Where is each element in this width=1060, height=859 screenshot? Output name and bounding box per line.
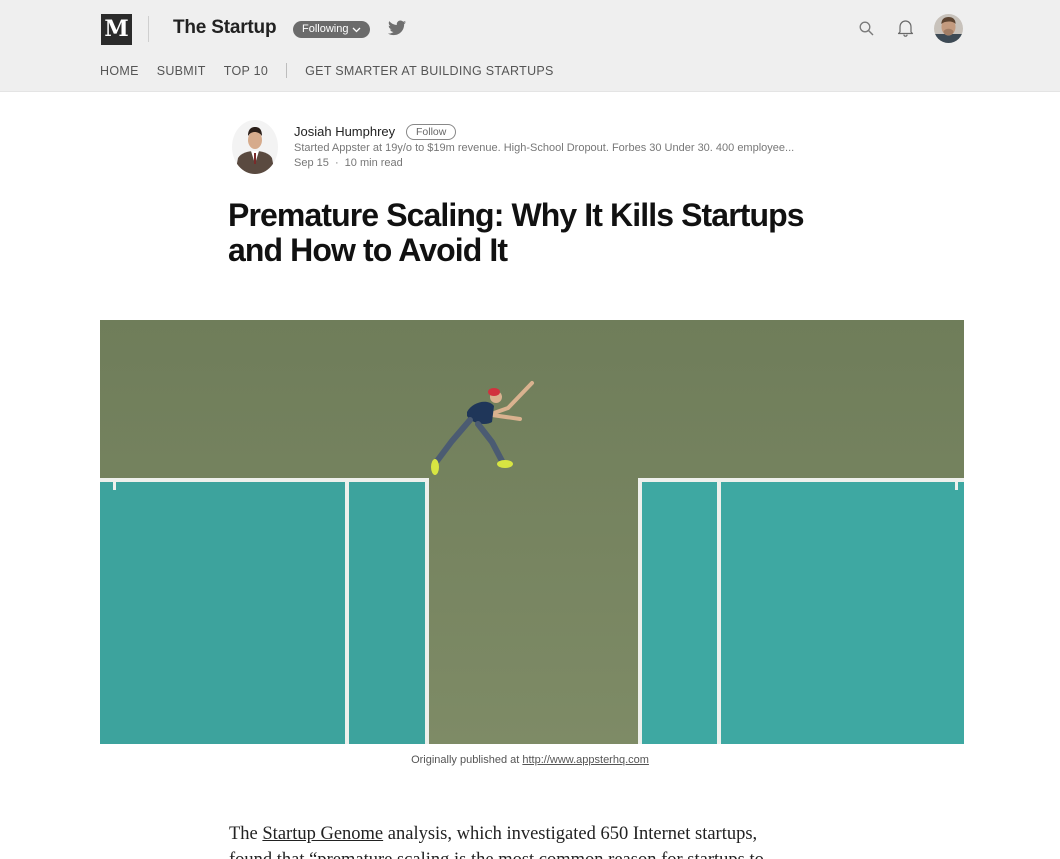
body-rest: analysis, which investigated 650 Interne… [383, 824, 758, 844]
following-label: Following [302, 23, 349, 35]
nav-top-10[interactable]: TOP 10 [224, 64, 268, 78]
title-line-2: and How to Avoid It [228, 232, 508, 268]
startup-genome-link[interactable]: Startup Genome [262, 824, 383, 844]
medium-logo[interactable]: M [101, 14, 132, 45]
title-line-1: Premature Scaling: Why It Kills Startups [228, 197, 805, 233]
body-prefix: The [229, 824, 263, 844]
author-bio: Started Appster at 19y/o to $19m revenue… [294, 142, 795, 154]
twitter-icon[interactable] [388, 20, 406, 36]
nav-submit[interactable]: SUBMIT [157, 64, 206, 78]
meta-separator: · [334, 157, 339, 169]
article-body: The Startup Genome analysis, which inves… [229, 821, 829, 859]
author-name[interactable]: Josiah Humphrey [294, 124, 395, 139]
caption-link[interactable]: http://www.appsterhq.com [522, 754, 649, 766]
publication-nav: HOME SUBMIT TOP 10 GET SMARTER AT BUILDI… [100, 63, 554, 78]
bell-icon[interactable] [897, 19, 914, 37]
search-icon[interactable] [859, 21, 874, 36]
user-avatar[interactable] [934, 14, 963, 43]
chevron-down-icon [353, 27, 361, 32]
article-title: Premature Scaling: Why It Kills Startups… [228, 198, 848, 268]
caption-text: Originally published at [411, 754, 523, 766]
post-meta: Sep 15 · 10 min read [294, 157, 403, 169]
hero-image [100, 320, 964, 744]
nav-divider [286, 63, 288, 78]
logo-divider [148, 16, 149, 42]
body-line-2: found that “premature scaling is the mos… [229, 850, 764, 859]
follow-button[interactable]: Follow [406, 124, 457, 140]
top-header: M The Startup Following HOME SUBMIT TOP … [0, 0, 1060, 92]
author-avatar[interactable] [232, 120, 278, 174]
post-date[interactable]: Sep 15 [294, 157, 329, 169]
publication-name[interactable]: The Startup [173, 17, 277, 39]
read-time: 10 min read [344, 157, 403, 169]
following-button[interactable]: Following [293, 21, 371, 38]
image-caption: Originally published at http://www.appst… [0, 754, 1060, 766]
nav-get-smarter[interactable]: GET SMARTER AT BUILDING STARTUPS [305, 64, 554, 78]
nav-home[interactable]: HOME [100, 64, 139, 78]
